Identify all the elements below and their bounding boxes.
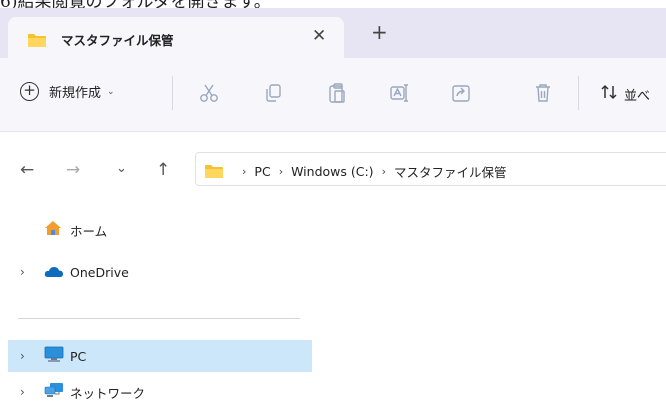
sidebar-item-label: OneDrive: [70, 264, 129, 280]
new-button-label: 新規作成: [49, 86, 102, 101]
back-button[interactable]: ←: [20, 162, 34, 179]
title-bar: マスタファイル保管 ✕ +: [0, 8, 666, 58]
copy-icon[interactable]: [262, 82, 284, 104]
cut-icon[interactable]: [198, 82, 220, 104]
sidebar-item-onedrive[interactable]: › OneDrive: [8, 256, 312, 288]
breadcrumb-master-file[interactable]: マスタファイル保管: [394, 162, 507, 181]
sidebar-item-network[interactable]: › ネットワーク: [8, 376, 312, 408]
sidebar-divider: [18, 318, 300, 319]
recent-locations-button[interactable]: ⌄: [116, 160, 127, 177]
rename-icon[interactable]: [388, 82, 410, 104]
sort-button-label: 並べ: [624, 88, 651, 104]
expand-chevron[interactable]: ›: [20, 265, 25, 279]
tab-master-file[interactable]: マスタファイル保管 ✕: [8, 17, 344, 58]
sidebar-item-home[interactable]: ホーム: [8, 214, 312, 246]
address-bar[interactable]: › PC › Windows (C:) › マスタファイル保管: [195, 152, 666, 186]
delete-icon[interactable]: [532, 82, 554, 104]
breadcrumb-separator: ›: [278, 165, 284, 178]
network-icon: [44, 382, 64, 403]
folder-icon: [27, 33, 47, 52]
file-list-area[interactable]: [315, 206, 666, 416]
share-icon[interactable]: [450, 82, 472, 104]
address-bar-row: ← → ⌄ ↑ › PC › Windows (C:) › マスタファイル保管: [0, 148, 666, 194]
expand-chevron[interactable]: ›: [20, 349, 25, 363]
sidebar-item-label: ホーム: [70, 223, 108, 239]
breadcrumb-separator: ›: [242, 165, 247, 178]
new-button[interactable]: + 新規作成 ⌄: [20, 82, 115, 101]
chevron-down-icon: ⌄: [107, 86, 115, 97]
navigation-pane: ホーム › OneDrive › PC › ネットワーク: [0, 206, 315, 416]
plus-circle-icon: +: [20, 82, 39, 101]
home-icon: [44, 220, 62, 240]
sidebar-item-label: PC: [70, 348, 87, 364]
onedrive-icon: [44, 263, 64, 282]
sidebar-item-label: ネットワーク: [70, 385, 146, 401]
caption-text: 6)結果閲覧のフォルダを開きます。: [0, 0, 666, 8]
pc-icon: [44, 346, 64, 367]
new-tab-button[interactable]: +: [371, 22, 388, 42]
breadcrumb: › PC › Windows (C:) › マスタファイル保管: [234, 162, 506, 181]
tab-title: マスタファイル保管: [61, 33, 174, 48]
up-button[interactable]: ↑: [156, 162, 170, 179]
expand-chevron[interactable]: ›: [20, 385, 25, 399]
forward-button[interactable]: →: [66, 162, 80, 179]
folder-icon: [204, 164, 224, 183]
toolbar-divider: [578, 76, 579, 110]
sidebar-item-pc[interactable]: › PC: [8, 340, 312, 372]
breadcrumb-separator: ›: [381, 165, 386, 178]
breadcrumb-pc[interactable]: PC: [254, 164, 270, 179]
paste-icon[interactable]: [326, 82, 348, 104]
sort-button[interactable]: 並べ: [600, 83, 650, 105]
breadcrumb-windows-c[interactable]: Windows (C:): [291, 164, 373, 179]
sort-icon: [600, 83, 618, 105]
close-icon[interactable]: ✕: [312, 26, 326, 46]
command-bar: + 新規作成 ⌄ 並べ: [0, 58, 666, 132]
toolbar-divider: [172, 76, 173, 110]
